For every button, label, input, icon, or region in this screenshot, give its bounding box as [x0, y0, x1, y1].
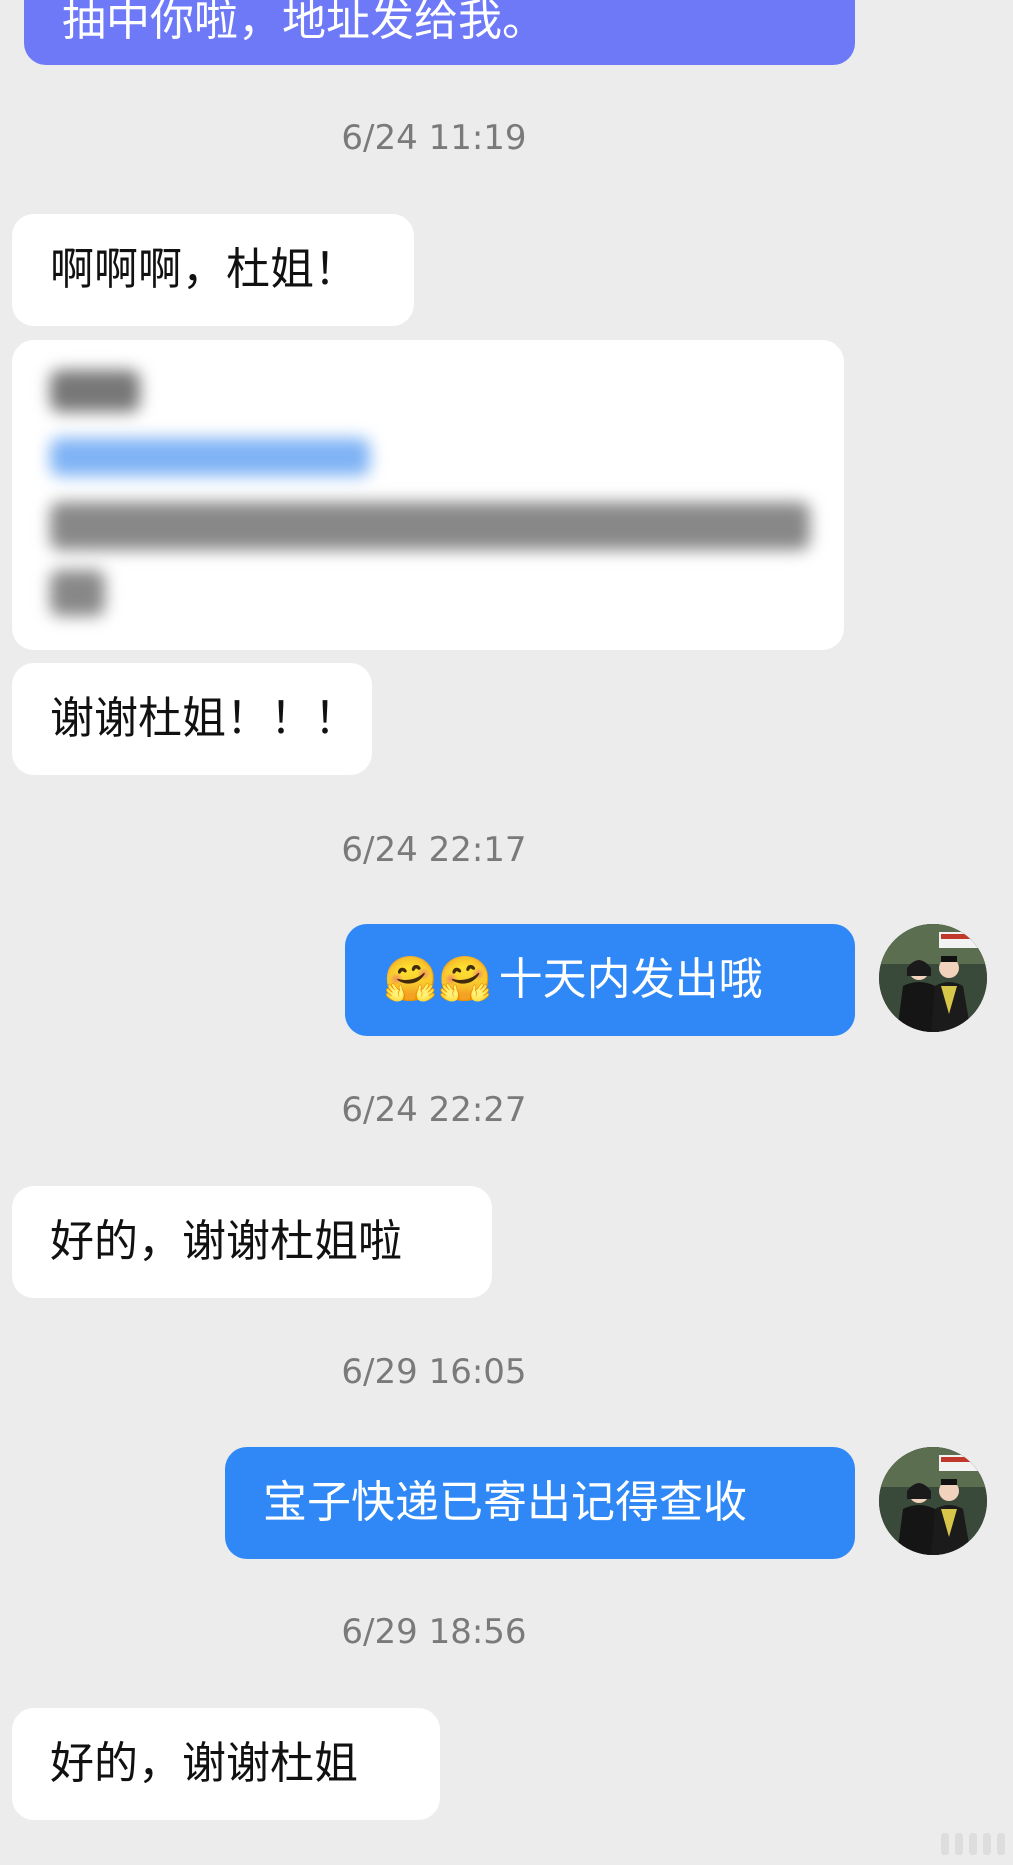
blurred-address-line-1	[50, 502, 810, 550]
timestamp: 6/24 22:27	[341, 1090, 527, 1130]
avatar[interactable]	[879, 1447, 987, 1555]
message-text: 好的，谢谢杜姐啦	[50, 1215, 402, 1267]
timestamp: 6/29 16:05	[341, 1352, 527, 1392]
blurred-phone	[50, 438, 370, 476]
graduation-photo-avatar-icon	[879, 924, 987, 1032]
graduation-photo-avatar-icon	[879, 1447, 987, 1555]
outgoing-message-bubble[interactable]: 🤗🤗 十天内发出哦	[345, 924, 855, 1036]
timestamp: 6/24 11:19	[341, 118, 527, 158]
hugging-face-emoji: 🤗🤗	[383, 953, 493, 1005]
outgoing-message-bubble[interactable]: 抽中你啦，地址发给我。	[24, 0, 855, 65]
watermark-bars	[941, 1833, 1005, 1855]
incoming-message-bubble[interactable]: 好的，谢谢杜姐	[12, 1708, 440, 1820]
incoming-message-bubble[interactable]: 谢谢杜姐！！！	[12, 663, 372, 775]
message-text: 宝子快递已寄出记得查收	[263, 1476, 747, 1528]
timestamp: 6/24 22:17	[341, 830, 527, 870]
message-text: 啊啊啊，杜姐！	[50, 243, 358, 295]
avatar[interactable]	[879, 924, 987, 1032]
incoming-message-bubble[interactable]: 啊啊啊，杜姐！	[12, 214, 414, 326]
incoming-message-bubble[interactable]: 好的，谢谢杜姐啦	[12, 1186, 492, 1298]
blurred-address-message[interactable]	[12, 340, 844, 650]
message-text: 谢谢杜姐！！！	[50, 692, 358, 744]
timestamp: 6/29 18:56	[341, 1612, 527, 1652]
blurred-name	[50, 370, 140, 412]
outgoing-message-bubble[interactable]: 宝子快递已寄出记得查收	[225, 1447, 855, 1559]
message-text: 好的，谢谢杜姐	[50, 1737, 358, 1789]
blurred-address-line-2	[50, 570, 105, 616]
message-text: 抽中你啦，地址发给我。	[62, 0, 546, 47]
message-text: 十天内发出哦	[498, 953, 763, 1005]
